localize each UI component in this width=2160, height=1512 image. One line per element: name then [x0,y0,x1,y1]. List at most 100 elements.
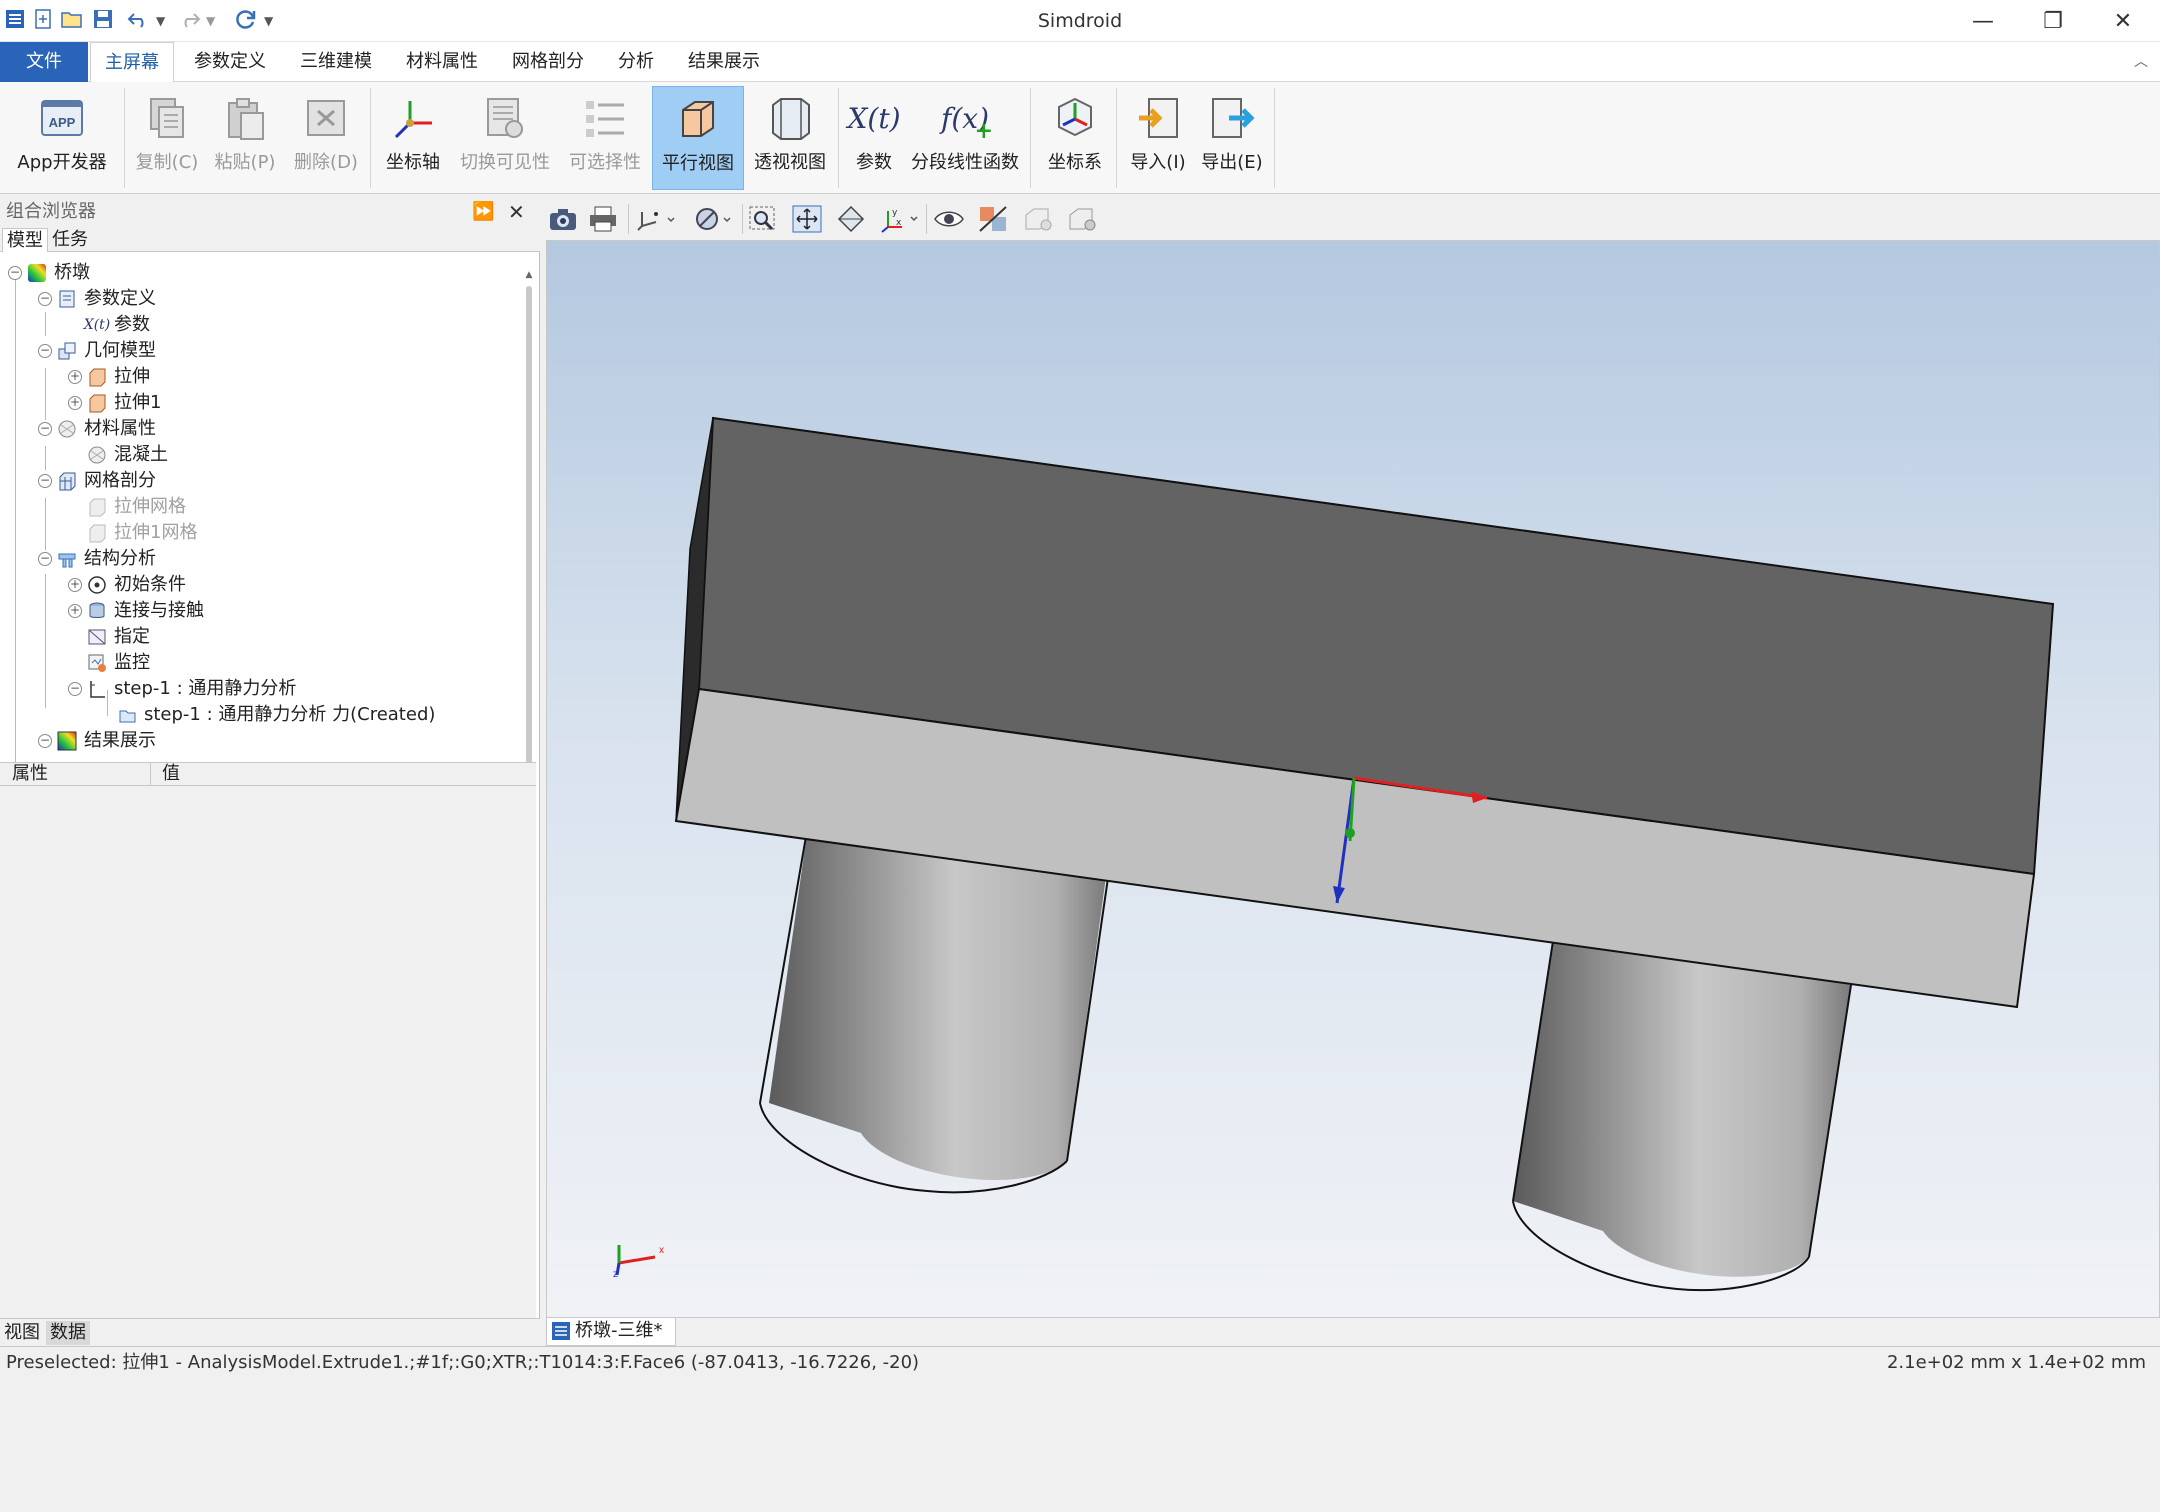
corner-axis-indicator: x z [613,1245,664,1280]
tab-task[interactable]: 任务 [48,228,92,252]
tree-item-material[interactable]: 材料属性 [56,416,156,442]
tree-item-geometry[interactable]: 几何模型 [56,338,156,364]
perspective-view-button[interactable]: 透视视图 [748,86,832,190]
expand-icon[interactable]: + [68,370,82,384]
scroll-up-icon[interactable]: ▲ [524,270,534,280]
tab-file[interactable]: 文件 [0,42,88,82]
tree-label: 网格剖分 [84,470,156,491]
tab-view[interactable]: 视图 [0,1321,44,1345]
collapse-ribbon-button[interactable]: ︿ [2126,42,2156,82]
toggle-visibility-label: 切换可见性 [460,152,550,173]
tab-3d-modeling[interactable]: 三维建模 [286,42,386,82]
tree-guide-line [15,274,16,826]
tab-results[interactable]: 结果展示 [674,42,774,82]
tree-item-extrude1-mesh[interactable]: 拉伸1网格 [86,520,197,546]
tree-label: 结果展示 [84,730,156,751]
fit-all-icon[interactable] [834,202,868,236]
export-icon [1206,92,1258,144]
ribbon-separator [1274,88,1275,188]
tree-guide-line [45,574,46,708]
collapse-icon[interactable]: − [38,422,52,436]
document-tab[interactable]: 桥墩-三维* [546,1318,676,1346]
tree-item-concrete[interactable]: 混凝土 [86,442,168,468]
tab-home[interactable]: 主屏幕 [90,42,174,82]
collapse-icon[interactable]: − [38,292,52,306]
axis-button[interactable]: 坐标轴 [378,86,448,190]
parameters-button[interactable]: X(t) 参数 [844,86,904,190]
property-grid [0,786,536,1512]
collapse-icon[interactable]: − [38,552,52,566]
tree-item-step1[interactable]: step-1 : 通用静力分析 [86,676,296,702]
ribbon-separator [1116,88,1117,188]
tree-item-param-def[interactable]: 参数定义 [56,286,156,312]
collapse-icon[interactable]: − [8,266,22,280]
selectability-button[interactable]: 可选择性 [562,86,648,190]
piecewise-linear-button[interactable]: f(x) + 分段线性函数 [908,86,1022,190]
tab-material[interactable]: 材料属性 [392,42,492,82]
delete-button[interactable]: 删除(D) [288,86,364,190]
toolbar-separator [742,204,743,234]
expand-icon[interactable]: + [68,604,82,618]
paste-button[interactable]: 粘贴(P) [208,86,282,190]
app-developer-button[interactable]: APP App开发器 [6,86,118,190]
tree-label: 指定 [114,626,150,647]
pan-icon[interactable] [790,202,824,236]
tree-item-results[interactable]: 结果展示 [56,728,156,754]
tab-param-def[interactable]: 参数定义 [180,42,280,82]
left-column[interactable] [759,818,1110,1194]
restore-button[interactable]: ❐ [2020,0,2086,42]
light-on-icon[interactable] [1064,202,1098,236]
tree-label: 混凝土 [114,444,168,465]
collapse-icon[interactable]: − [68,682,82,696]
parallel-view-button[interactable]: 平行视图 [652,86,744,190]
close-button[interactable]: ✕ [2090,0,2156,42]
delete-label: 删除(D) [294,152,358,173]
tab-model[interactable]: 模型 [2,228,48,252]
coordinate-system-button[interactable]: 坐标系 [1038,86,1112,190]
light-off-icon[interactable] [1020,202,1054,236]
tree-item-assign[interactable]: 指定 [86,624,150,650]
visibility-eye-icon[interactable] [932,202,966,236]
xt-param-icon: X(t) [83,317,111,333]
bridge-pier-model[interactable]: x z [547,241,2160,1319]
collapse-icon[interactable]: − [38,734,52,748]
copy-button[interactable]: 复制(C) [130,86,204,190]
tree-item-mesh[interactable]: 网格剖分 [56,468,156,494]
tab-analysis[interactable]: 分析 [604,42,668,82]
draw-style-dropdown-icon[interactable] [692,202,736,236]
print-icon[interactable] [586,202,620,236]
tab-mesh[interactable]: 网格剖分 [498,42,598,82]
3d-viewport[interactable]: x z [546,240,2160,1318]
zoom-box-icon[interactable] [746,202,780,236]
collapse-icon[interactable]: − [38,344,52,358]
float-panel-icon[interactable]: ⏩ [472,196,494,228]
tree-item-params[interactable]: X(t) 参数 [83,312,150,338]
expand-icon[interactable]: + [68,396,82,410]
tree-item-extrude[interactable]: 拉伸 [86,364,150,390]
toggle-visibility-button[interactable]: 切换可见性 [456,86,554,190]
minimize-button[interactable]: — [1950,0,2016,42]
screenshot-camera-icon[interactable] [546,202,580,236]
corner-axis-x-label: x [659,1245,664,1256]
tab-data[interactable]: 数据 [46,1321,90,1345]
export-button[interactable]: 导出(E) [1196,86,1268,190]
import-button[interactable]: 导入(I) [1122,86,1194,190]
section-clip-icon[interactable] [976,202,1010,236]
axis-display-dropdown-icon[interactable] [634,202,678,236]
close-panel-icon[interactable]: ✕ [508,196,525,228]
right-column[interactable] [1512,940,1852,1292]
expand-icon[interactable]: + [68,578,82,592]
collapse-icon[interactable]: − [38,474,52,488]
status-bar: Preselected: 拉伸1 - AnalysisModel.Extrude… [0,1346,2160,1380]
tree-item-extrude-mesh[interactable]: 拉伸网格 [86,494,186,520]
tree-item-root[interactable]: 桥墩 [26,260,90,286]
view-orientation-dropdown-icon[interactable]: yx [878,202,922,236]
tree-item-extrude1[interactable]: 拉伸1 [86,390,161,416]
tree-item-monitor[interactable]: 监控 [86,650,150,676]
tree-item-connection[interactable]: 连接与接触 [86,598,204,624]
tree-item-initial-cond[interactable]: 初始条件 [86,572,186,598]
tree-item-structural[interactable]: 结构分析 [56,546,156,572]
step-icon [86,678,108,700]
tree-label: 桥墩 [54,262,90,283]
tree-item-step1-force[interactable]: step-1 : 通用静力分析 力(Created) [116,702,435,728]
